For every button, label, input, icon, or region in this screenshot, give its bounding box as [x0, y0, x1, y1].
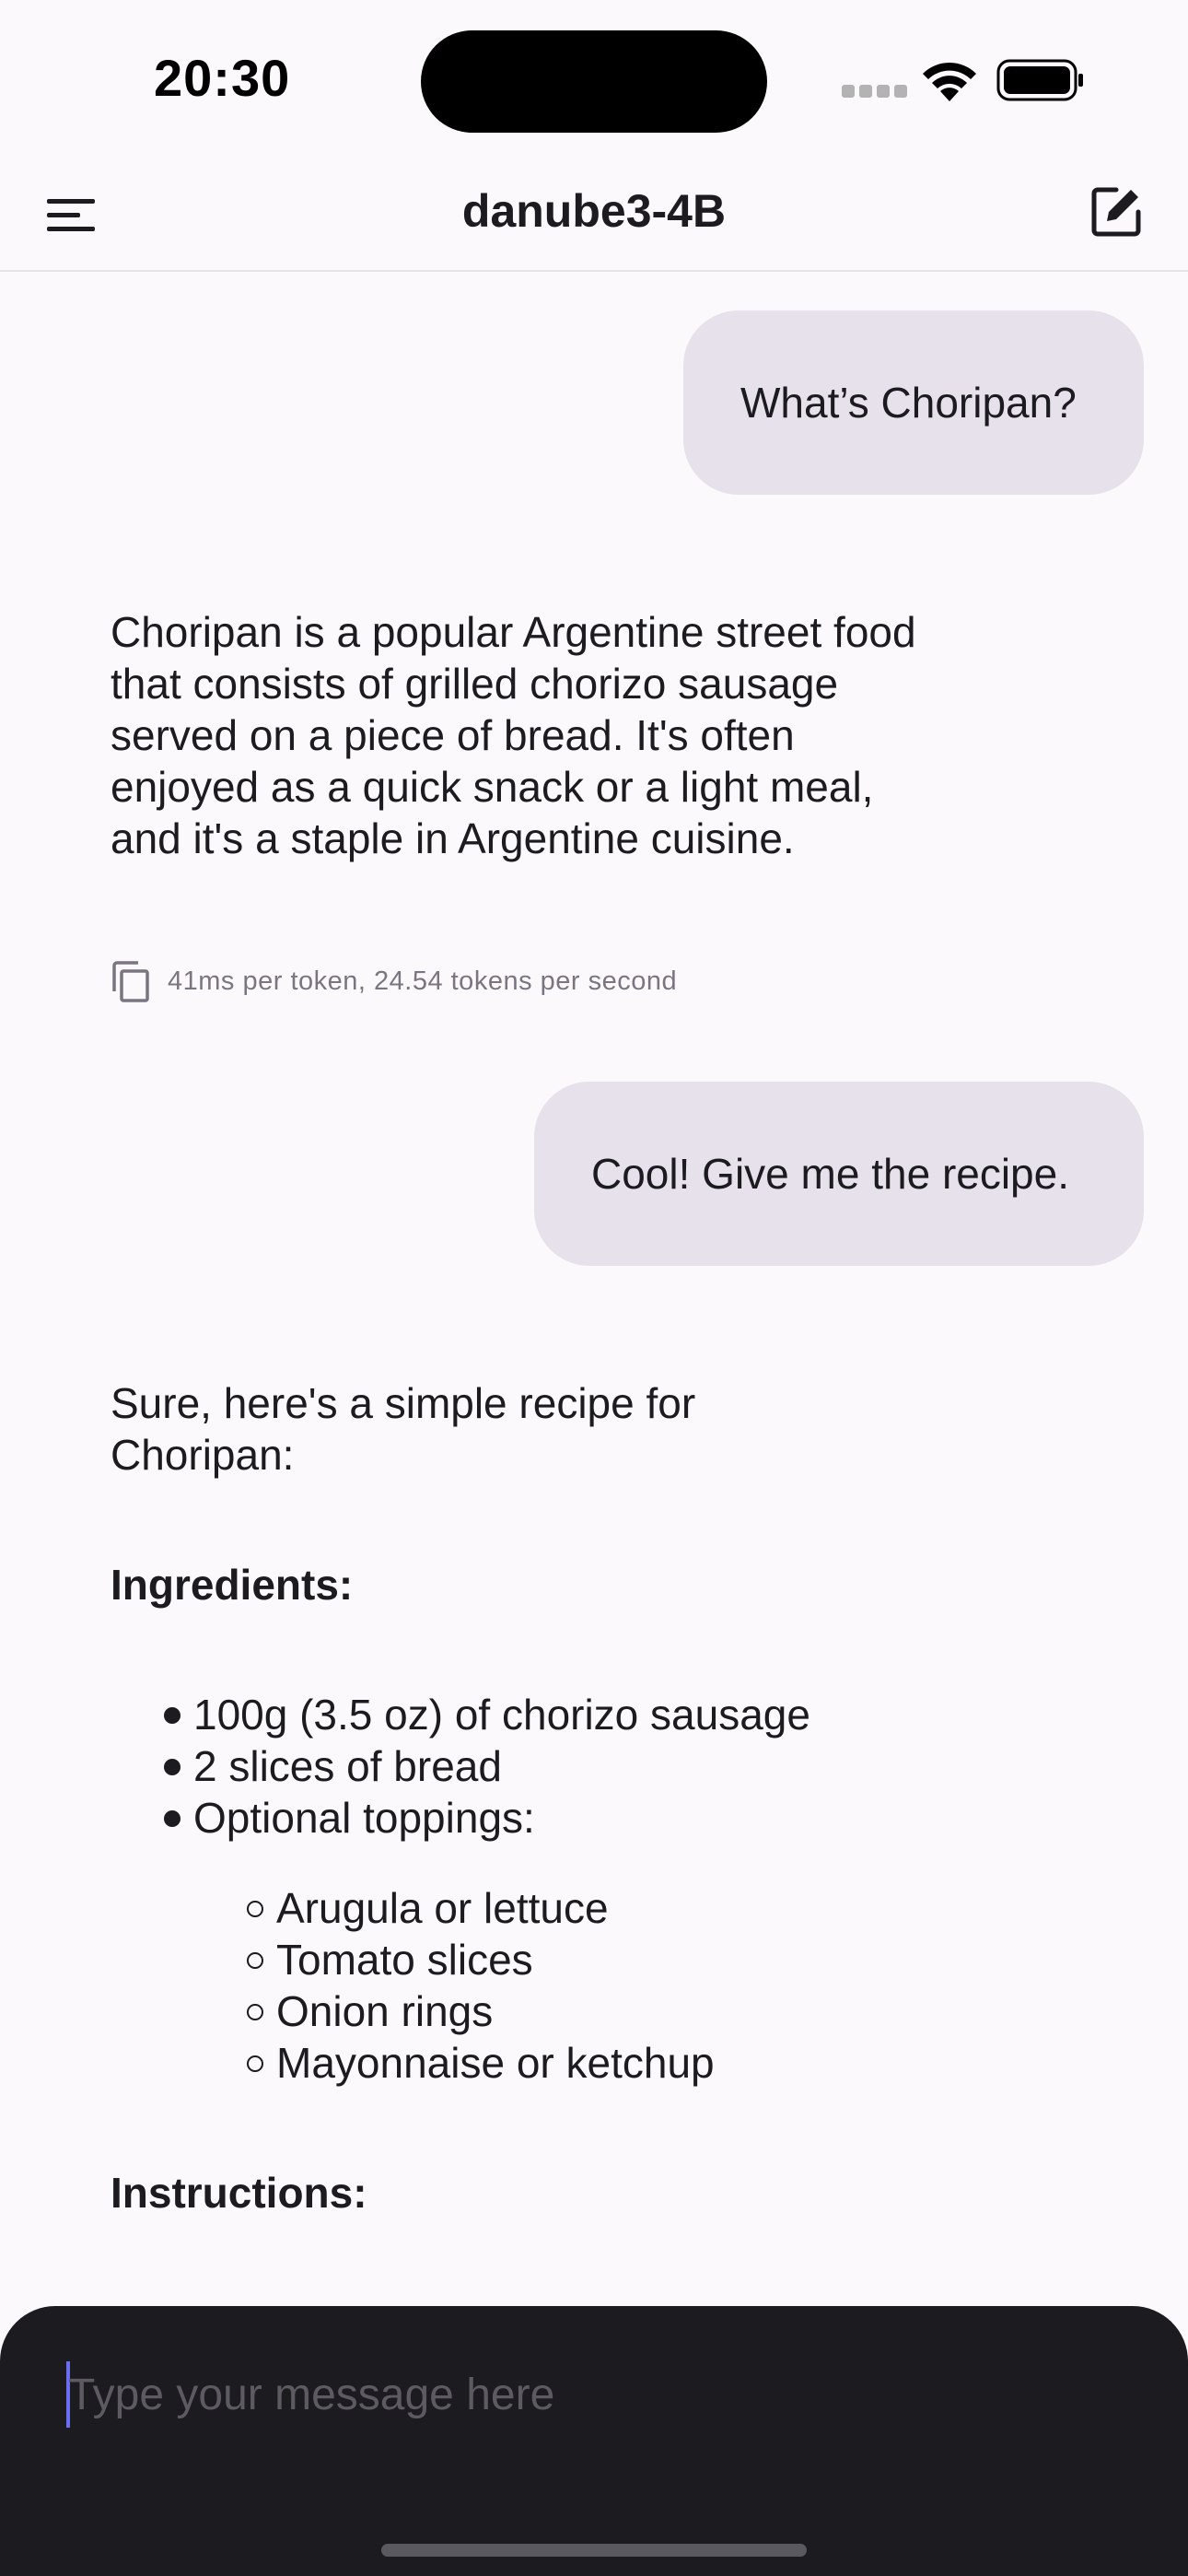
message-meta: 41ms per token, 24.54 tokens per second: [111, 958, 677, 1004]
list-item: Onion rings: [247, 1985, 715, 2037]
recipe-intro: Sure, here's a simple recipe for Choripa…: [111, 1379, 696, 1479]
home-indicator[interactable]: [381, 2544, 807, 2557]
cellular-signal-icon: [842, 85, 907, 98]
bullet-icon: [247, 2055, 263, 2072]
list-item: Mayonnaise or ketchup: [247, 2037, 715, 2089]
user-message-text: What’s Choripan?: [740, 379, 1077, 427]
status-time: 20:30: [154, 49, 291, 107]
bullet-icon: [247, 1952, 263, 1969]
list-item: Tomato slices: [247, 1934, 715, 1985]
bullet-icon: [164, 1759, 181, 1775]
app-bar: danube3-4B: [0, 157, 1188, 272]
ingredients-heading: Ingredients:: [111, 1561, 354, 1609]
ingredients-list: 100g (3.5 oz) of chorizo sausage 2 slice…: [164, 1689, 810, 1844]
copy-icon[interactable]: [111, 960, 151, 1002]
toppings-list: Arugula or lettuce Tomato slices Onion r…: [247, 1882, 715, 2089]
token-stats: 41ms per token, 24.54 tokens per second: [168, 966, 678, 996]
bullet-icon: [164, 1707, 181, 1724]
user-message-bubble: What’s Choripan?: [683, 310, 1144, 495]
list-item: 2 slices of bread: [164, 1740, 810, 1792]
list-item: Arugula or lettuce: [247, 1882, 715, 1934]
bullet-icon: [164, 1810, 181, 1827]
instructions-heading: Instructions:: [111, 2169, 367, 2217]
message-input[interactable]: [68, 2358, 1118, 2431]
list-item: Optional toppings:: [164, 1792, 810, 1844]
message-composer: [0, 2306, 1188, 2576]
user-message-text: Cool! Give me the recipe.: [591, 1150, 1070, 1198]
user-message-bubble: Cool! Give me the recipe.: [534, 1082, 1144, 1266]
status-bar: 20:30: [0, 0, 1188, 157]
bullet-icon: [247, 1901, 263, 1917]
list-item: 100g (3.5 oz) of chorizo sausage: [164, 1689, 810, 1740]
bullet-icon: [247, 2004, 263, 2020]
edit-icon: [1091, 187, 1141, 237]
wifi-icon: [923, 62, 976, 101]
dynamic-island: [421, 30, 767, 133]
model-title[interactable]: danube3-4B: [0, 184, 1188, 238]
battery-icon: [996, 59, 1083, 101]
new-chat-button[interactable]: [1083, 179, 1149, 245]
assistant-message-text: Choripan is a popular Argentine street f…: [111, 608, 916, 862]
